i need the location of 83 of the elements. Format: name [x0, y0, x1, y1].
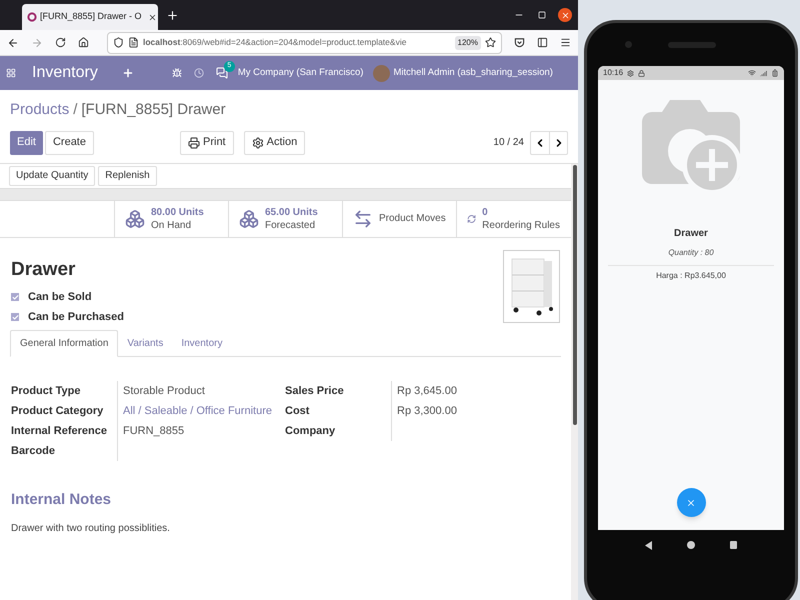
stat-button[interactable]: 65.00 Units Forecasted — [228, 200, 342, 236]
home-icon[interactable] — [78, 37, 89, 48]
breadcrumb-current: [FURN_8855] Drawer — [81, 100, 226, 120]
header-button[interactable]: Update Quantity — [9, 166, 96, 186]
arrows-icon — [353, 208, 373, 228]
quantity-text: Quantity : 80 — [667, 247, 715, 259]
close-icon — [686, 498, 696, 508]
settings-icon — [252, 136, 264, 148]
page-icon — [128, 37, 139, 48]
home-icon[interactable] — [687, 541, 696, 549]
checkbox-label: Can be Purchased — [28, 310, 124, 325]
field-label: Product Category — [11, 404, 104, 419]
field-label: Cost — [285, 404, 310, 419]
stat-button[interactable]: Product Moves — [342, 200, 456, 236]
sidebar-icon[interactable] — [537, 37, 548, 48]
wifi-icon — [748, 69, 756, 77]
product-name: Drawer — [11, 258, 76, 282]
close-icon — [560, 10, 570, 20]
field-label: Sales Price — [285, 384, 345, 399]
user-menu[interactable]: Mitchell Admin (asb_sharing_session) — [393, 66, 553, 80]
back-icon[interactable] — [7, 36, 19, 48]
field-label: Company — [285, 424, 336, 439]
pager-counter: 10 / 24 — [493, 136, 524, 150]
tab[interactable]: Variants — [118, 330, 172, 357]
apps-icon[interactable] — [6, 68, 16, 78]
new-tab-icon[interactable] — [166, 8, 179, 22]
ring-icon — [27, 12, 37, 22]
close-fab[interactable] — [676, 488, 706, 517]
price-text: Harga : Rp3.645,00 — [655, 270, 727, 282]
field-label: Product Type — [11, 384, 82, 399]
chat-icon[interactable] — [216, 67, 228, 79]
tab[interactable]: Inventory — [172, 330, 232, 357]
field-label: Internal Reference — [11, 424, 108, 439]
user-avatar — [373, 64, 390, 82]
signal-icon — [760, 70, 767, 76]
cubes-icon — [125, 208, 145, 228]
plus-icon[interactable] — [122, 67, 134, 79]
dropdown-button[interactable]: Print — [180, 130, 234, 154]
product-title: Drawer — [673, 227, 709, 241]
field-label: Barcode — [11, 444, 56, 459]
status-time: 10:16 — [603, 67, 624, 79]
reload-icon[interactable] — [55, 37, 66, 48]
tab[interactable]: General Information — [10, 330, 118, 357]
battery-icon — [771, 69, 779, 77]
maximize-icon[interactable] — [538, 11, 546, 19]
cubes-icon — [239, 208, 259, 228]
create-button[interactable]: Create — [44, 130, 94, 154]
printer-icon — [188, 136, 200, 148]
field-value: Rp 3,645.00 — [397, 384, 457, 399]
settings-icon — [627, 70, 634, 76]
app-title[interactable]: Inventory — [32, 61, 98, 85]
shield-icon — [113, 37, 124, 48]
breadcrumb-link[interactable]: Products — [10, 99, 70, 122]
menu-icon[interactable] — [560, 37, 571, 48]
field-value: Rp 3,300.00 — [397, 404, 457, 419]
pocket-icon[interactable] — [514, 37, 525, 48]
lock-icon — [638, 70, 646, 76]
stat-button[interactable]: 0 Reordering Rules — [456, 200, 570, 236]
field-value: FURN_8855 — [123, 424, 184, 439]
clock-icon[interactable] — [194, 68, 204, 78]
zoom-level[interactable]: 120% — [454, 36, 481, 50]
url-text: localhost:8069/web#id=24&action=204&model=product.template&vie — [143, 36, 406, 49]
close-icon[interactable] — [148, 12, 157, 22]
checkbox[interactable] — [11, 313, 19, 321]
checkbox-label: Can be Sold — [28, 290, 92, 305]
category-link[interactable]: All / Saleable / Office Furniture — [123, 402, 272, 420]
dropdown-button[interactable]: Action — [244, 130, 306, 154]
url-field[interactable]: localhost:8069/web#id=24&action=204&model=product.template&vie 120% — [107, 32, 502, 54]
bug-icon[interactable] — [172, 68, 182, 78]
notes-text: Drawer with two routing possiblities. — [10, 522, 171, 536]
header-button[interactable]: Replenish — [98, 166, 157, 186]
edit-button[interactable]: Edit — [10, 130, 43, 154]
browser-tab[interactable]: [FURN_8855] Drawer - O — [22, 4, 158, 30]
breadcrumb-separator: / — [73, 100, 78, 120]
company-switcher[interactable]: My Company (San Francisco) — [238, 66, 364, 80]
stat-button[interactable]: 80.00 Units On Hand — [114, 200, 228, 236]
star-icon[interactable] — [485, 37, 496, 48]
notes-title: Internal Notes — [10, 490, 112, 510]
close-window-button[interactable] — [558, 8, 572, 22]
recents-icon[interactable] — [730, 541, 737, 549]
back-icon[interactable] — [645, 540, 654, 550]
checkbox[interactable] — [11, 293, 19, 301]
field-value: Storable Product — [123, 384, 205, 399]
